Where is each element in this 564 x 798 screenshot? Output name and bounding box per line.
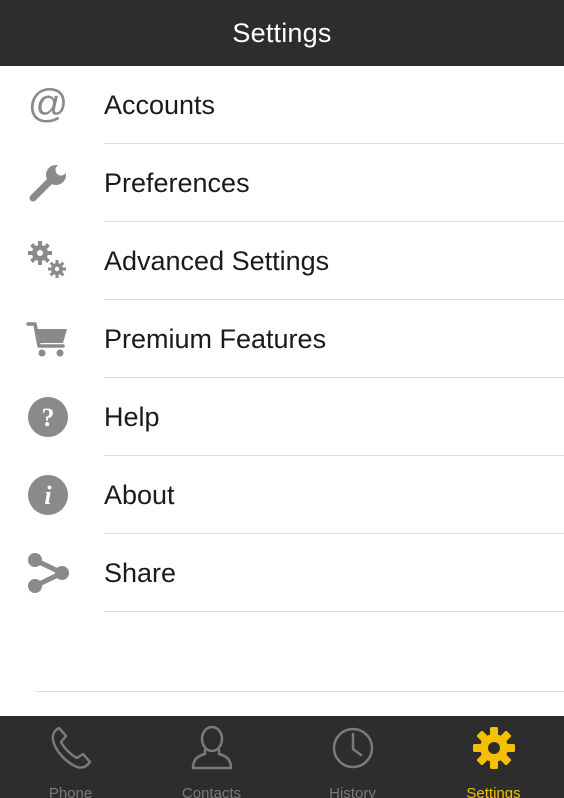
menu-item-label: Share xyxy=(104,557,177,588)
phone-icon xyxy=(47,724,95,772)
gears-icon xyxy=(22,235,74,287)
svg-text:?: ? xyxy=(42,403,55,432)
divider xyxy=(37,691,564,692)
tab-label: History xyxy=(329,785,376,798)
gear-icon xyxy=(470,724,518,772)
menu-item-advanced-settings[interactable]: Advanced Settings xyxy=(0,222,564,300)
header-bar: Settings xyxy=(0,0,564,66)
menu-item-label: About xyxy=(104,479,175,510)
wrench-icon xyxy=(22,157,74,209)
tab-bar: Phone Contacts History Settings xyxy=(0,716,564,798)
menu-item-label: Help xyxy=(104,401,160,432)
menu-item-label: Advanced Settings xyxy=(104,245,330,276)
menu-item-share[interactable]: Share xyxy=(0,534,564,612)
share-icon xyxy=(22,547,74,599)
menu-item-premium-features[interactable]: Premium Features xyxy=(0,300,564,378)
menu-item-label: Accounts xyxy=(104,89,216,120)
page-title: Settings xyxy=(232,17,332,48)
menu-item-label: Premium Features xyxy=(104,323,327,354)
question-icon: ? xyxy=(22,391,74,443)
tab-settings[interactable]: Settings xyxy=(423,716,564,798)
svg-text:i: i xyxy=(44,481,52,510)
menu-item-preferences[interactable]: Preferences xyxy=(0,144,564,222)
clock-icon xyxy=(329,724,377,772)
contacts-icon xyxy=(188,724,236,772)
tab-label: Settings xyxy=(466,785,521,798)
settings-menu: @ Accounts Preferences Advanced Settings… xyxy=(0,66,564,612)
tab-phone[interactable]: Phone xyxy=(0,716,141,798)
tab-contacts[interactable]: Contacts xyxy=(141,716,282,798)
tab-label: Contacts xyxy=(181,785,242,798)
shopping-cart-icon xyxy=(22,313,74,365)
tab-history[interactable]: History xyxy=(282,716,423,798)
menu-item-accounts[interactable]: @ Accounts xyxy=(0,66,564,144)
menu-item-label: Preferences xyxy=(104,167,250,198)
at-sign-icon: @ xyxy=(22,79,74,131)
menu-item-about[interactable]: i About xyxy=(0,456,564,534)
tab-label: Phone xyxy=(48,785,93,798)
info-icon: i xyxy=(22,469,74,521)
svg-text:@: @ xyxy=(28,82,69,126)
menu-item-help[interactable]: ? Help xyxy=(0,378,564,456)
